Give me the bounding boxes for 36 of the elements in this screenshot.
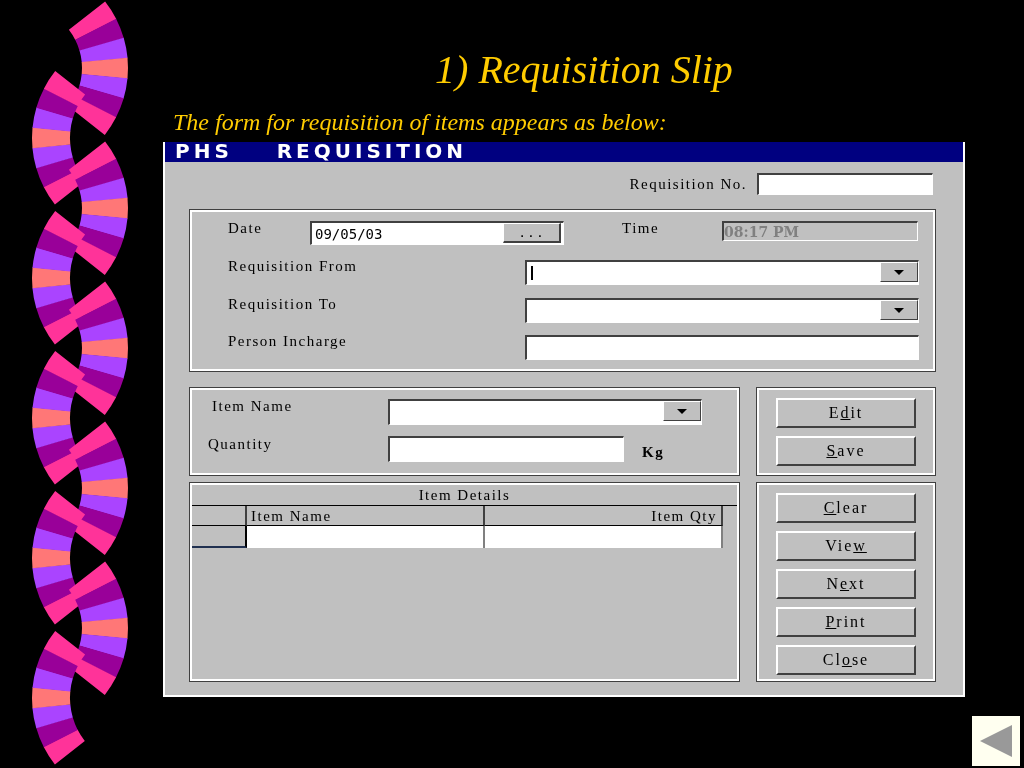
text-field[interactable] bbox=[525, 335, 919, 360]
action-button[interactable]: Edit bbox=[776, 397, 916, 428]
window-title: PHS REQUISITION bbox=[165, 142, 963, 162]
date-picker-button[interactable]: ... bbox=[503, 223, 561, 243]
action-button[interactable]: Print bbox=[776, 607, 916, 637]
dropdown-field[interactable] bbox=[388, 399, 702, 425]
back-triangle-icon bbox=[978, 723, 1014, 759]
unit-label: Kg bbox=[642, 444, 665, 461]
back-button[interactable] bbox=[972, 716, 1020, 766]
field-label: Person Incharge bbox=[228, 333, 348, 350]
action-button[interactable]: Save bbox=[776, 435, 916, 466]
field-label: Requisition No. bbox=[629, 175, 747, 193]
requisition-number-field[interactable] bbox=[757, 173, 933, 195]
quantity-field[interactable] bbox=[388, 436, 624, 462]
dropdown-arrow-icon bbox=[893, 268, 905, 276]
field-label: Date bbox=[228, 220, 263, 237]
field-label: Time bbox=[622, 220, 660, 237]
date-value: 09/05/03 bbox=[314, 225, 383, 242]
slide-subtitle: The form for requisition of items appears as below: bbox=[173, 108, 668, 137]
action-button[interactable]: Clear bbox=[776, 493, 916, 523]
action-button[interactable]: Next bbox=[776, 569, 916, 599]
dropdown-field[interactable] bbox=[525, 260, 919, 285]
dropdown-arrow-icon bbox=[676, 407, 688, 415]
grid-title: Item Details bbox=[192, 485, 737, 506]
field-label: Requisition From bbox=[228, 258, 358, 275]
dropdown-arrow-icon bbox=[893, 306, 905, 314]
field-label: Quantity bbox=[208, 436, 273, 453]
field-label: Requisition To bbox=[228, 296, 338, 313]
date-field[interactable]: 09/05/03 ... bbox=[310, 221, 564, 245]
dropdown-field[interactable] bbox=[525, 298, 919, 323]
row-header-cell[interactable] bbox=[192, 526, 247, 548]
slide-title: 1) Requisition Slip bbox=[434, 46, 734, 94]
time-field: 08:17 PM bbox=[722, 221, 918, 241]
action-button[interactable]: View bbox=[776, 531, 916, 561]
action-button[interactable]: Close bbox=[776, 645, 916, 675]
field-label: Item Name bbox=[212, 398, 293, 415]
